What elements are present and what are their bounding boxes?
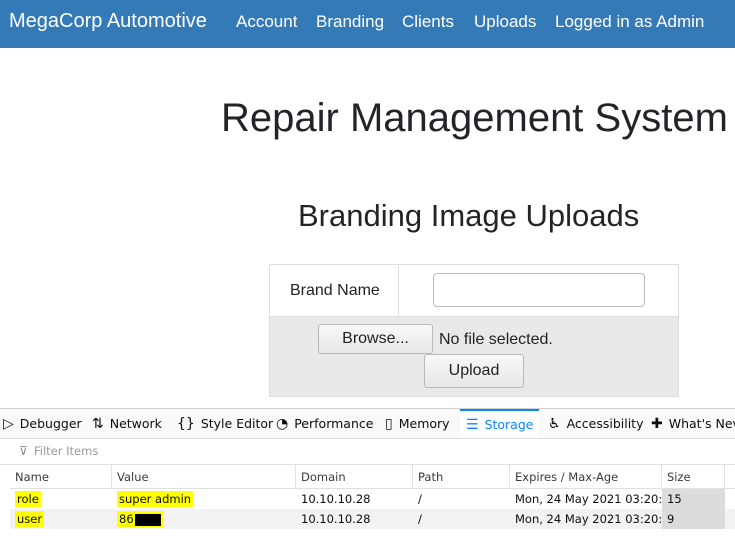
storage-icon: ☰ xyxy=(466,417,479,433)
nav-link-account[interactable]: Account xyxy=(236,12,297,32)
cookies-table: Name Value Domain Path Expires / Max-Age… xyxy=(10,465,735,547)
browse-button[interactable]: Browse... xyxy=(318,324,433,354)
cell-value: 86 xyxy=(112,509,296,529)
nav-link-branding[interactable]: Branding xyxy=(316,12,384,32)
brand-link[interactable]: MegaCorp Automotive xyxy=(9,10,207,33)
upload-form: Brand Name Browse... No file selected. U… xyxy=(269,264,679,397)
tab-label: Performance xyxy=(294,416,374,431)
column-header-expires[interactable]: Expires / Max-Age xyxy=(510,465,662,489)
cell-path: / xyxy=(418,492,422,506)
tab-style-editor[interactable]: {} Style Editor xyxy=(177,409,273,438)
cell-value: super admin xyxy=(112,489,296,509)
column-header-value[interactable]: Value xyxy=(112,465,296,489)
table-row[interactable]: role super admin 10.10.10.28 / Mon, 24 M… xyxy=(10,489,735,509)
tab-whats-new[interactable]: ✚ What's Nev xyxy=(651,409,735,438)
cell-domain: 10.10.10.28 xyxy=(301,512,371,526)
braces-icon: {} xyxy=(177,416,195,432)
cell-expires: Mon, 24 May 2021 03:20:13... xyxy=(515,492,662,506)
cell-size: 9 xyxy=(662,509,725,529)
tab-label: Accessibility xyxy=(566,416,644,431)
page-title: Repair Management System xyxy=(221,96,728,140)
tab-memory[interactable]: ▯ Memory xyxy=(385,409,450,438)
column-header-size[interactable]: Size xyxy=(662,465,725,489)
table-row[interactable]: user 86 10.10.10.28 / Mon, 24 May 2021 0… xyxy=(10,509,735,529)
tab-label: What's Nev xyxy=(668,416,735,431)
brand-name-row: Brand Name xyxy=(270,265,678,317)
gift-icon: ✚ xyxy=(651,416,663,432)
memory-chip-icon: ▯ xyxy=(385,416,393,432)
upload-button[interactable]: Upload xyxy=(424,354,524,388)
tab-label: Debugger xyxy=(19,416,82,431)
highlight-mark: user xyxy=(15,511,45,527)
cell-size: 15 xyxy=(662,489,725,509)
nav-link-clients[interactable]: Clients xyxy=(402,12,454,32)
tab-performance[interactable]: ◔ Performance xyxy=(276,409,373,438)
debugger-icon: ▷ xyxy=(3,416,14,432)
brand-name-label: Brand Name xyxy=(290,282,380,299)
accessibility-icon: ♿ xyxy=(548,416,561,432)
top-navbar: MegaCorp Automotive Account Branding Cli… xyxy=(0,0,735,48)
tab-label: Memory xyxy=(398,416,450,431)
filter-icon: ⊽ xyxy=(19,444,28,458)
devtools-tabbar: ▷ Debugger ⇅ Network {} Style Editor ◔ Perfo… xyxy=(0,409,735,439)
tab-label: Network xyxy=(109,416,162,431)
tab-label: Storage xyxy=(484,417,534,432)
column-header-domain[interactable]: Domain xyxy=(296,465,413,489)
cell-value-text: 86 xyxy=(119,512,134,526)
redaction-box xyxy=(134,513,161,526)
cell-domain: 10.10.10.28 xyxy=(301,492,371,506)
column-header-name[interactable]: Name xyxy=(10,465,112,489)
tab-network[interactable]: ⇅ Network xyxy=(92,409,162,438)
highlight-mark: role xyxy=(15,491,41,507)
column-header-path[interactable]: Path xyxy=(413,465,510,489)
brand-name-input[interactable] xyxy=(433,273,645,307)
cell-name: user xyxy=(10,509,112,529)
tab-accessibility[interactable]: ♿ Accessibility xyxy=(548,409,643,438)
highlight-mark: super admin xyxy=(117,491,194,507)
cell-path: / xyxy=(418,512,422,526)
cell-expires: Mon, 24 May 2021 03:20:13... xyxy=(515,512,662,526)
gauge-icon: ◔ xyxy=(276,416,289,432)
highlight-mark: 86 xyxy=(117,511,163,527)
cell-name: role xyxy=(10,489,112,509)
table-header: Name Value Domain Path Expires / Max-Age… xyxy=(10,465,735,489)
nav-link-uploads[interactable]: Uploads xyxy=(474,12,536,32)
filter-bar: ⊽ Filter Items xyxy=(0,439,735,465)
devtools-panel: ▷ Debugger ⇅ Network {} Style Editor ◔ Perfo… xyxy=(0,408,735,547)
tab-label: Style Editor xyxy=(200,416,274,431)
form-divider xyxy=(398,265,399,317)
section-title: Branding Image Uploads xyxy=(298,198,640,233)
network-icon: ⇅ xyxy=(92,416,104,432)
filter-items-input[interactable]: Filter Items xyxy=(34,444,98,458)
logged-in-status[interactable]: Logged in as Admin xyxy=(555,12,704,32)
file-status-text: No file selected. xyxy=(439,331,553,348)
tab-debugger[interactable]: ▷ Debugger xyxy=(3,409,82,438)
tab-storage[interactable]: ☰ Storage xyxy=(460,409,539,438)
